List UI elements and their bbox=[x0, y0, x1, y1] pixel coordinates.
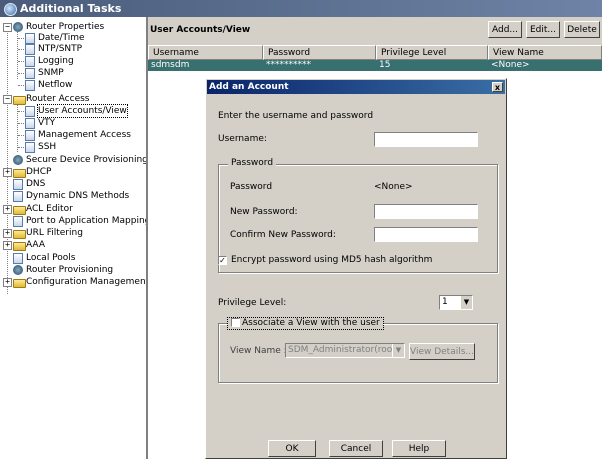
ssh-icon bbox=[25, 142, 35, 153]
expand-icon[interactable]: + bbox=[3, 278, 12, 287]
ok-button[interactable]: OK bbox=[268, 440, 316, 457]
collapse-icon[interactable]: − bbox=[3, 23, 12, 32]
view-name-value: SDM_Administrator(root) bbox=[288, 345, 400, 355]
dns-icon bbox=[13, 179, 23, 190]
column-header-view-name[interactable]: View Name bbox=[488, 45, 602, 60]
dialog-intro: Enter the username and password bbox=[218, 111, 374, 121]
dialog-title: Add an Account bbox=[209, 82, 289, 92]
gear-icon bbox=[13, 22, 23, 32]
username-input[interactable] bbox=[374, 132, 478, 147]
tasks-tree[interactable]: − Router Properties Date/Time NTP/SNTP L… bbox=[0, 17, 148, 459]
pool-icon bbox=[13, 253, 23, 264]
chevron-down-icon[interactable]: ▼ bbox=[392, 344, 404, 357]
view-name-label: View Name : bbox=[230, 346, 287, 356]
dialog-titlebar[interactable]: Add an Account x bbox=[207, 80, 505, 94]
encrypt-label: Encrypt password using MD5 hash algorith… bbox=[231, 255, 433, 265]
folder-icon bbox=[13, 242, 26, 251]
help-button[interactable]: Help bbox=[392, 440, 446, 457]
panel-title: User Accounts/View bbox=[150, 25, 251, 35]
delete-button[interactable]: Delete bbox=[564, 21, 600, 38]
log-icon bbox=[25, 56, 35, 67]
add-account-dialog: Add an Account x Enter the username and … bbox=[205, 78, 507, 459]
column-header-password[interactable]: Password bbox=[263, 45, 376, 60]
privilege-level-value: 1 bbox=[442, 297, 448, 307]
encrypt-checkbox[interactable]: ✓ bbox=[218, 256, 227, 265]
folder-icon bbox=[13, 96, 26, 105]
window-title: Additional Tasks bbox=[20, 2, 122, 15]
user-icon bbox=[25, 106, 35, 117]
expand-icon[interactable]: + bbox=[3, 229, 12, 238]
cell-view-name: <None> bbox=[491, 60, 530, 70]
associate-view-label: Associate a View with the user bbox=[242, 318, 380, 328]
confirm-password-label: Confirm New Password: bbox=[230, 230, 336, 240]
add-button[interactable]: Add... bbox=[488, 21, 522, 38]
confirm-password-input[interactable] bbox=[374, 227, 478, 242]
folder-icon bbox=[13, 230, 26, 239]
edit-button[interactable]: Edit... bbox=[526, 21, 560, 38]
netflow-icon bbox=[25, 80, 35, 91]
management-icon bbox=[25, 130, 35, 141]
vty-icon bbox=[25, 118, 35, 129]
view-details-button[interactable]: View Details... bbox=[409, 343, 475, 360]
privilege-level-label: Privilege Level: bbox=[218, 298, 287, 308]
associate-view-legend: Associate a View with the user bbox=[227, 317, 384, 330]
new-password-input[interactable] bbox=[374, 204, 478, 219]
folder-icon bbox=[13, 169, 26, 178]
password-value: <None> bbox=[374, 182, 413, 192]
expand-icon[interactable]: + bbox=[3, 168, 12, 177]
window-titlebar: Additional Tasks bbox=[0, 0, 602, 17]
snmp-icon bbox=[25, 68, 35, 79]
cell-username: sdmsdm bbox=[151, 60, 190, 70]
column-header-username[interactable]: Username bbox=[148, 45, 263, 60]
privilege-level-select[interactable]: 1 ▼ bbox=[439, 295, 473, 310]
folder-icon bbox=[13, 279, 26, 288]
cancel-button[interactable]: Cancel bbox=[329, 440, 383, 457]
new-password-label: New Password: bbox=[230, 207, 298, 217]
password-label: Password bbox=[230, 182, 273, 192]
gear-icon bbox=[13, 155, 23, 165]
collapse-icon[interactable]: − bbox=[3, 95, 12, 104]
table-row[interactable]: sdmsdm ********** 15 <None> bbox=[148, 60, 602, 71]
associate-view-checkbox[interactable] bbox=[231, 318, 240, 327]
username-label: Username: bbox=[218, 134, 267, 144]
cell-password: ********** bbox=[266, 60, 311, 70]
cell-privilege: 15 bbox=[379, 60, 391, 70]
view-name-select[interactable]: SDM_Administrator(root) ▼ bbox=[285, 343, 405, 358]
gear-icon bbox=[13, 265, 23, 275]
column-header-privilege-level[interactable]: Privilege Level bbox=[376, 45, 488, 60]
port-mapping-icon bbox=[13, 216, 23, 227]
clock-icon bbox=[25, 33, 35, 44]
expand-icon[interactable]: + bbox=[3, 205, 12, 214]
expand-icon[interactable]: + bbox=[3, 241, 12, 250]
password-group-legend: Password bbox=[228, 158, 277, 169]
chevron-down-icon[interactable]: ▼ bbox=[460, 296, 472, 309]
folder-icon bbox=[13, 206, 26, 215]
app-globe-icon bbox=[4, 3, 17, 16]
dns-icon bbox=[13, 191, 23, 202]
ntp-icon bbox=[25, 44, 35, 55]
close-icon[interactable]: x bbox=[492, 82, 503, 92]
